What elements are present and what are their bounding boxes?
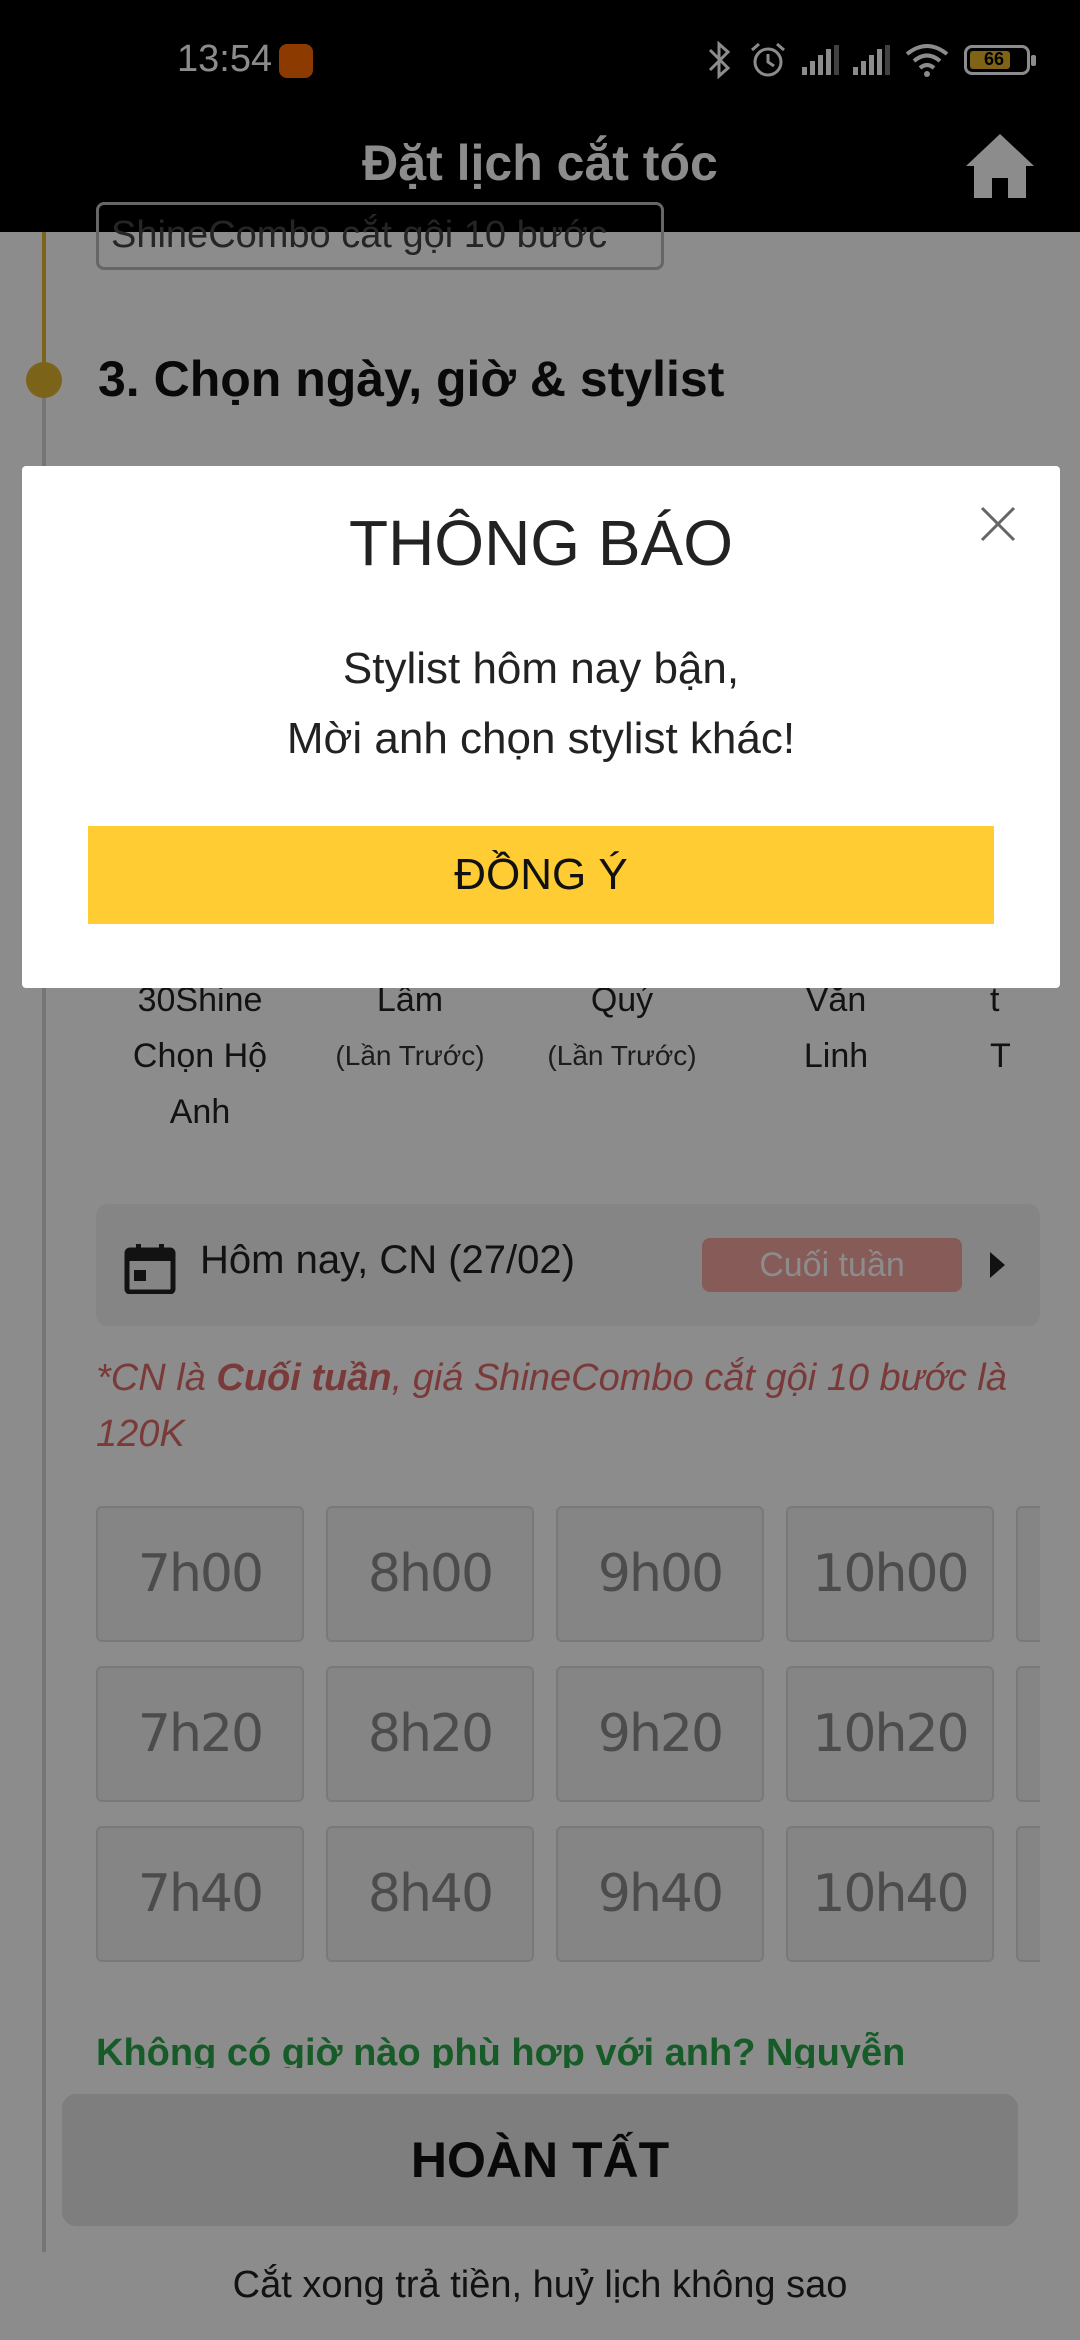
close-icon[interactable] [976, 502, 1020, 546]
confirm-button[interactable]: ĐỒNG Ý [88, 826, 994, 924]
modal-backdrop[interactable] [0, 0, 1080, 2340]
notice-dialog: THÔNG BÁO Stylist hôm nay bận, Mời anh c… [22, 466, 1060, 988]
dialog-title: THÔNG BÁO [348, 507, 734, 579]
dialog-message: Stylist hôm nay bận, Mời anh chọn stylis… [286, 644, 796, 763]
